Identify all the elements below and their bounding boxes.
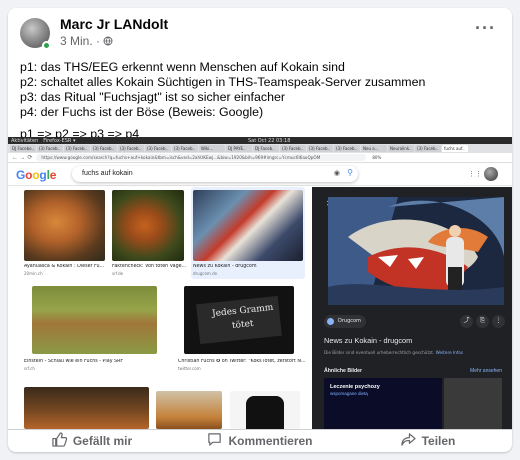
- more-options-icon[interactable]: ···: [475, 18, 496, 39]
- browser-tab: (3) Faceb..: [280, 145, 306, 152]
- share-icon: ⤴: [460, 315, 473, 328]
- image-preview-panel: ✕: [312, 187, 512, 429]
- browser-tab: fuchs auf..: [442, 145, 468, 152]
- post-text: p1: das THS/EEG erkennt wenn Menschen au…: [20, 60, 500, 142]
- image-results-grid: Ayahuasca & Kokain : Dieser Fu... 20min.…: [8, 187, 308, 429]
- url-field: https://www.google.com/search?q=fuchs+au…: [36, 154, 367, 161]
- author-name[interactable]: Marc Jr LANdolt: [60, 16, 168, 32]
- post-actions-bar: Gefällt mir Kommentieren Teilen: [8, 429, 512, 452]
- result-image-fox-lying: [24, 190, 105, 261]
- browser-tab: (3) Faceb..: [118, 145, 144, 152]
- result-source: srf.ch: [24, 366, 35, 371]
- share-button[interactable]: Teilen: [344, 430, 512, 452]
- comment-label: Kommentieren: [228, 434, 313, 448]
- result-image-fox-partial: [156, 391, 222, 429]
- result-source: twitter.com: [178, 366, 201, 371]
- result-source: drugcom.de: [193, 271, 218, 276]
- save-icon: ⎘: [476, 315, 489, 328]
- post-line: p2: schaltet alles Kokain Süchtigen in T…: [20, 75, 426, 89]
- browser-tab: DJ Faceb..: [253, 145, 279, 152]
- preview-image-graffiti: [328, 197, 504, 305]
- browser-url-bar: ← → ⟳ https://www.google.com/search?q=fu…: [8, 153, 512, 163]
- source-site-name: Drugcom: [338, 318, 361, 324]
- result-source: srf.de: [112, 271, 124, 276]
- os-activities: Aktivitäten: [11, 137, 39, 144]
- browser-tab: (3) Faceb..: [64, 145, 90, 152]
- post-time[interactable]: 3 Min.: [60, 34, 93, 48]
- share-label: Teilen: [421, 434, 456, 448]
- os-clock: Sat Oct 22 03:18: [248, 137, 291, 144]
- preview-title: News zu Kokain - drugcom: [324, 336, 413, 345]
- browser-tab-bar: DJ Facebo.. (3) Faceb.. (3) Faceb.. (3) Fac…: [8, 144, 512, 153]
- result-image-tshirt: [230, 391, 300, 429]
- browser-tab: (3) Faceb..: [334, 145, 360, 152]
- browser-tab: (3) Faceb..: [307, 145, 333, 152]
- result-title: Ayahuasca & Kokain : Dieser Fu...: [24, 264, 105, 269]
- logo-letter: e: [49, 168, 57, 182]
- see-more-link: Mehr ansehen: [470, 368, 502, 374]
- copyright-text: Die Bilder sind eventuell urheberrechtli…: [324, 350, 435, 355]
- logo-letter: g: [39, 168, 47, 182]
- attached-screenshot[interactable]: Aktivitäten Firefox-ESR ▾ Sat Oct 22 03:…: [8, 137, 512, 429]
- result-image-fox-partial: [24, 387, 149, 429]
- site-favicon-icon: [327, 318, 334, 325]
- user-avatar: [484, 167, 498, 181]
- google-logo: Google: [16, 168, 56, 182]
- browser-tab: DJ PAYE..: [226, 145, 252, 152]
- search-icon: ⚲: [347, 168, 353, 177]
- related-image-subtitle: wspomagane dietą: [330, 391, 368, 396]
- comment-icon: [207, 432, 222, 450]
- logo-letter: G: [16, 168, 26, 182]
- search-query: fuchs auf kokain: [82, 170, 133, 177]
- thumbs-up-icon: [52, 432, 68, 450]
- os-app-name: Firefox-ESR ▾: [43, 137, 76, 144]
- browser-tab: Neuralink..: [388, 145, 414, 152]
- related-image-2: [444, 378, 502, 429]
- more-vertical-icon: ⋮: [492, 315, 505, 328]
- post-card: Marc Jr LANdolt 3 Min. · ··· p1: das THS…: [8, 8, 512, 452]
- camera-icon: ◉: [333, 170, 340, 177]
- browser-tab: (3) Faceb..: [91, 145, 117, 152]
- nav-arrows-icon: ← → ⟳: [12, 155, 33, 161]
- google-header: Google fuchs auf kokain ◉ ⚲ ⋮⋮⋮: [8, 163, 512, 186]
- result-image-book: Jedes Gramm tötet: [184, 286, 294, 354]
- browser-tab: DJ Facebo..: [10, 145, 36, 152]
- result-source: 20min.ch: [24, 271, 43, 276]
- zoom-level: 80%: [372, 155, 382, 160]
- post-meta: 3 Min. ·: [60, 34, 113, 48]
- post-line: p1: das THS/EEG erkennt wenn Menschen au…: [20, 60, 345, 74]
- related-images-heading: Ähnliche Bilder: [324, 368, 363, 374]
- browser-tab: (3) Faceb..: [415, 145, 441, 152]
- online-status-dot: [42, 41, 51, 50]
- comment-button[interactable]: Kommentieren: [176, 430, 344, 452]
- browser-tab: (3) Faceb..: [37, 145, 63, 152]
- source-site-chip: Drugcom: [324, 315, 366, 328]
- like-button[interactable]: Gefällt mir: [8, 430, 176, 452]
- result-title: Christian Fuchs ✪ on Twitter: "Koks löte…: [178, 359, 306, 364]
- result-title: News zu Kokain - drugcom: [193, 264, 257, 269]
- like-label: Gefällt mir: [72, 434, 133, 448]
- share-arrow-icon: [400, 432, 416, 450]
- google-search-box: fuchs auf kokain ◉ ⚲: [72, 166, 358, 182]
- result-title: Einstein - Schlau wie ein Fuchs - Play S…: [24, 359, 124, 364]
- browser-tab: (3) Faceb..: [145, 145, 171, 152]
- browser-tab: (3) Faceb..: [172, 145, 198, 152]
- result-image-graffiti: [193, 190, 303, 261]
- post-line: p3: das Ritual "Fuchsjagt" ist so sicher…: [20, 90, 285, 104]
- post-line: p4: der Fuchs ist der Böse (Beweis: Goog…: [20, 105, 264, 119]
- os-top-bar: Aktivitäten Firefox-ESR ▾ Sat Oct 22 03:…: [8, 137, 512, 144]
- related-image-title: Leczenie psychozy: [330, 384, 380, 390]
- result-title: Faktencheck: Von toten Väge...: [112, 264, 186, 269]
- browser-tab: Wiki...: [199, 145, 225, 152]
- preview-copyright-note: Die Bilder sind eventuell urheberrechtli…: [324, 350, 463, 355]
- more-info-link: Weitere Infos: [435, 350, 464, 355]
- globe-icon: [103, 34, 113, 48]
- related-image-1: Leczenie psychozy wspomagane dietą: [324, 378, 442, 429]
- browser-tab: Neu a...: [361, 145, 387, 152]
- result-image-fox-meadow: [32, 286, 157, 354]
- result-image-fox-cubs: [112, 190, 184, 261]
